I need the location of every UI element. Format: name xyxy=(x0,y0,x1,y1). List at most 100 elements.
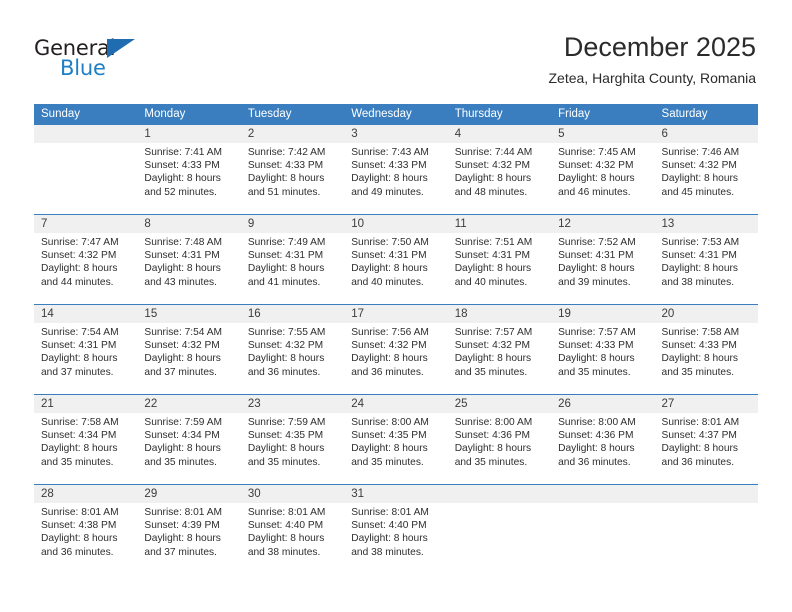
day-details: Sunrise: 7:58 AM Sunset: 4:33 PM Daylight:… xyxy=(655,323,758,379)
day-cell[interactable]: 15 Sunrise: 7:54 AM Sunset: 4:32 PM Dayligh… xyxy=(137,305,241,394)
sunrise-text: Sunrise: 7:57 AM xyxy=(454,327,533,338)
day-cell[interactable]: 30 Sunrise: 8:01 AM Sunset: 4:40 PM Dayligh… xyxy=(240,485,345,574)
day-number-band: 18 xyxy=(447,305,552,323)
day-number: 21 xyxy=(41,398,54,410)
daylight-text-line1: Daylight: 8 hours xyxy=(41,263,118,275)
day-cell[interactable]: 17 Sunrise: 7:56 AM Sunset: 4:32 PM Dayligh… xyxy=(344,305,448,394)
weekday-header-friday: Friday xyxy=(558,108,591,120)
sunrise-text: Sunrise: 7:41 AM xyxy=(144,147,223,158)
day-cell[interactable]: 6 Sunrise: 7:46 AM Sunset: 4:32 PM Daylight… xyxy=(654,125,758,214)
sunrise-text: Sunrise: 7:56 AM xyxy=(351,327,429,338)
day-number: 12 xyxy=(558,218,571,230)
day-cell[interactable]: 20 Sunrise: 7:58 AM Sunset: 4:33 PM Dayligh… xyxy=(654,305,758,394)
day-details: Sunrise: 7:46 AM Sunset: 4:32 PM Daylight:… xyxy=(655,143,758,199)
day-cell[interactable]: 18 Sunrise: 7:57 AM Sunset: 4:32 PM Dayligh… xyxy=(447,305,552,394)
sunrise-text: Sunrise: 8:00 AM xyxy=(558,417,636,428)
day-cell[interactable]: 22 Sunrise: 7:59 AM Sunset: 4:34 PM Dayligh… xyxy=(137,395,241,484)
daylight-text-line1: Daylight: 8 hours xyxy=(558,173,635,185)
sunset-text: Sunset: 4:32 PM xyxy=(661,160,737,172)
daylight-text-line2: and 52 minutes. xyxy=(144,186,217,198)
day-cell[interactable]: 3 Sunrise: 7:43 AM Sunset: 4:33 PM Daylight… xyxy=(344,125,448,214)
day-details: Sunrise: 7:43 AM Sunset: 4:33 PM Daylight:… xyxy=(344,143,447,199)
day-cell[interactable]: 10 Sunrise: 7:50 AM Sunset: 4:31 PM Dayligh… xyxy=(344,215,448,304)
sunset-text: Sunset: 4:32 PM xyxy=(144,340,220,352)
day-details: Sunrise: 7:54 AM Sunset: 4:32 PM Daylight:… xyxy=(137,323,240,379)
sunrise-text: Sunrise: 7:43 AM xyxy=(351,147,429,158)
day-cell[interactable]: 16 Sunrise: 7:55 AM Sunset: 4:32 PM Dayligh… xyxy=(240,305,345,394)
weekday-header-tuesday: Tuesday xyxy=(247,108,292,120)
sunset-text: Sunset: 4:31 PM xyxy=(247,250,324,262)
sunset-text: Sunset: 4:40 PM xyxy=(351,520,427,532)
day-cell[interactable]: 8 Sunrise: 7:48 AM Sunset: 4:31 PM Daylight… xyxy=(137,215,241,304)
day-details: Sunrise: 7:57 AM Sunset: 4:33 PM Daylight:… xyxy=(551,323,654,379)
daylight-text-line2: and 35 minutes. xyxy=(661,366,735,378)
day-number: 5 xyxy=(558,128,565,140)
daylight-text-line2: and 51 minutes. xyxy=(247,186,321,198)
day-cell[interactable]: 29 Sunrise: 8:01 AM Sunset: 4:39 PM Dayligh… xyxy=(137,485,241,574)
day-number: 18 xyxy=(454,308,468,320)
day-number-band: 17 xyxy=(344,305,448,323)
sunrise-text: Sunrise: 8:01 AM xyxy=(351,507,429,518)
day-number: 7 xyxy=(41,218,48,230)
logo-text-blue: Blue xyxy=(60,56,106,80)
sunrise-text: Sunrise: 8:01 AM xyxy=(247,507,326,518)
day-number: 27 xyxy=(661,398,675,410)
day-cell[interactable]: 4 Sunrise: 7:44 AM Sunset: 4:32 PM Daylight… xyxy=(447,125,552,214)
day-number: 13 xyxy=(661,218,675,230)
sunset-text: Sunset: 4:31 PM xyxy=(454,250,531,262)
daylight-text-line1: Daylight: 8 hours xyxy=(454,263,532,275)
sunrise-text: Sunrise: 7:57 AM xyxy=(558,327,636,338)
day-number-band xyxy=(654,485,758,503)
day-details: Sunrise: 8:00 AM Sunset: 4:36 PM Daylight:… xyxy=(551,413,654,469)
day-cell[interactable]: 2 Sunrise: 7:42 AM Sunset: 4:33 PM Daylight… xyxy=(240,125,345,214)
generalblue-logo[interactable]: General Blue xyxy=(34,36,164,84)
day-cell[interactable]: 12 Sunrise: 7:52 AM Sunset: 4:31 PM Dayligh… xyxy=(551,215,655,304)
day-cell[interactable]: 1 Sunrise: 7:41 AM Sunset: 4:33 PM Daylight… xyxy=(137,125,241,214)
day-details: Sunrise: 7:53 AM Sunset: 4:31 PM Daylight:… xyxy=(655,233,758,289)
day-number-band: 1 xyxy=(137,125,241,143)
day-cell[interactable]: 23 Sunrise: 7:59 AM Sunset: 4:35 PM Dayligh… xyxy=(240,395,345,484)
sunrise-text: Sunrise: 7:59 AM xyxy=(144,417,223,428)
day-cell[interactable]: 28 Sunrise: 8:01 AM Sunset: 4:38 PM Dayligh… xyxy=(34,485,138,574)
weekday-header-row: Sunday Monday Tuesday Wednesday Thursday Frid… xyxy=(34,104,758,125)
sunset-text: Sunset: 4:36 PM xyxy=(558,430,634,442)
day-cell[interactable]: 19 Sunrise: 7:57 AM Sunset: 4:33 PM Dayligh… xyxy=(551,305,655,394)
daylight-text-line2: and 35 minutes. xyxy=(558,366,631,378)
day-cell[interactable]: 25 Sunrise: 8:00 AM Sunset: 4:36 PM Dayligh… xyxy=(447,395,552,484)
day-cell[interactable]: 13 Sunrise: 7:53 AM Sunset: 4:31 PM Dayligh… xyxy=(654,215,758,304)
sunset-text: Sunset: 4:31 PM xyxy=(661,250,737,262)
day-cell[interactable]: 5 Sunrise: 7:45 AM Sunset: 4:32 PM Daylight… xyxy=(551,125,655,214)
weekday-header-sunday: Sunday xyxy=(41,108,81,120)
day-number-band: 12 xyxy=(551,215,655,233)
day-cell[interactable]: 21 Sunrise: 7:58 AM Sunset: 4:34 PM Dayligh… xyxy=(34,395,138,484)
day-cell[interactable]: 24 Sunrise: 8:00 AM Sunset: 4:35 PM Dayligh… xyxy=(344,395,448,484)
day-cell[interactable]: 31 Sunrise: 8:01 AM Sunset: 4:40 PM Dayligh… xyxy=(344,485,448,574)
day-number: 20 xyxy=(661,308,675,320)
sunrise-text: Sunrise: 7:54 AM xyxy=(41,327,119,338)
daylight-text-line1: Daylight: 8 hours xyxy=(454,353,532,365)
day-number-band: 26 xyxy=(551,395,655,413)
day-cell[interactable]: 27 Sunrise: 8:01 AM Sunset: 4:37 PM Dayligh… xyxy=(654,395,758,484)
daylight-text-line1: Daylight: 8 hours xyxy=(558,353,635,365)
day-cell[interactable]: 14 Sunrise: 7:54 AM Sunset: 4:31 PM Dayligh… xyxy=(34,305,138,394)
daylight-text-line2: and 43 minutes. xyxy=(144,276,217,288)
sunrise-text: Sunrise: 7:42 AM xyxy=(247,147,326,158)
page-title: December 2025 xyxy=(563,32,756,62)
day-number: 16 xyxy=(247,308,261,320)
daylight-text-line1: Daylight: 8 hours xyxy=(351,173,428,185)
sunrise-text: Sunrise: 7:51 AM xyxy=(454,237,533,248)
day-cell[interactable]: 7 Sunrise: 7:47 AM Sunset: 4:32 PM Daylight… xyxy=(34,215,138,304)
daylight-text-line1: Daylight: 8 hours xyxy=(247,173,325,185)
day-cell[interactable]: 11 Sunrise: 7:51 AM Sunset: 4:31 PM Dayligh… xyxy=(447,215,552,304)
day-number: 23 xyxy=(247,398,261,410)
day-details: Sunrise: 8:00 AM Sunset: 4:35 PM Daylight:… xyxy=(344,413,447,469)
day-cell[interactable]: 9 Sunrise: 7:49 AM Sunset: 4:31 PM Daylight… xyxy=(240,215,345,304)
day-number: 28 xyxy=(41,488,54,500)
daylight-text-line2: and 38 minutes. xyxy=(351,546,424,558)
daylight-text-line1: Daylight: 8 hours xyxy=(144,443,221,455)
daylight-text-line1: Daylight: 8 hours xyxy=(661,263,738,275)
sunrise-text: Sunrise: 8:01 AM xyxy=(41,507,119,518)
sunset-text: Sunset: 4:31 PM xyxy=(41,340,117,352)
day-details: Sunrise: 7:42 AM Sunset: 4:33 PM Daylight:… xyxy=(241,143,344,199)
day-cell[interactable]: 26 Sunrise: 8:00 AM Sunset: 4:36 PM Dayligh… xyxy=(551,395,655,484)
